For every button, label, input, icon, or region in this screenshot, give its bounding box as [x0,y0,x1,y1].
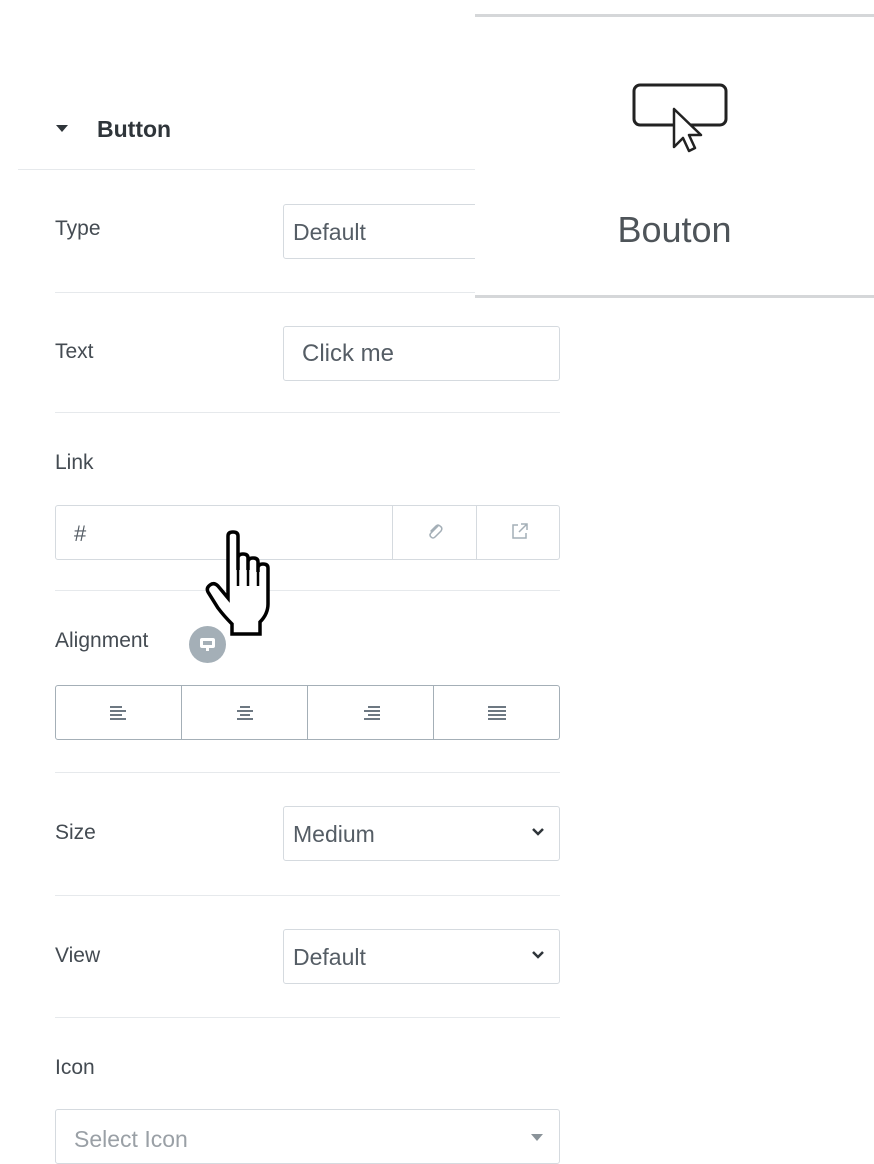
view-label: View [55,944,101,967]
chevron-down-icon [532,951,544,959]
align-right-icon [363,705,380,720]
caret-down-icon [531,1134,543,1141]
widget-card-button[interactable]: Bouton [475,14,874,298]
align-left-button[interactable] [56,686,182,739]
link-url-group: # [55,505,560,560]
align-right-button[interactable] [308,686,434,739]
type-label: Type [55,217,101,240]
link-input-value[interactable]: # [74,521,86,547]
size-select[interactable]: Medium [283,806,560,861]
icon-select[interactable]: Select Icon [55,1109,560,1164]
text-input-value: Click me [302,340,395,367]
icon-label: Icon [55,1056,95,1079]
size-select-value: Medium [293,821,375,847]
external-link-icon [512,523,528,539]
view-select-value: Default [293,944,366,970]
divider [55,1017,560,1018]
type-select-value: Default [293,219,366,245]
link-new-tab-button[interactable] [476,506,560,559]
align-justify-button[interactable] [434,686,559,739]
align-left-icon [109,705,126,720]
alignment-choices [55,685,560,740]
icon-select-placeholder: Select Icon [74,1126,188,1152]
align-justify-icon [487,705,506,720]
divider [55,895,560,896]
link-options-button[interactable] [392,506,476,559]
link-label: Link [55,451,94,474]
button-cursor-icon [632,83,728,153]
caret-down-icon [56,125,68,132]
align-center-icon [236,705,253,720]
size-label: Size [55,821,96,844]
divider [55,412,560,413]
chevron-down-icon [532,828,544,836]
view-select[interactable]: Default [283,929,560,984]
hand-pointer-icon [205,530,270,636]
divider [55,590,560,591]
widget-label: Bouton [617,209,732,250]
text-label: Text [55,340,94,363]
paperclip-icon [429,524,443,539]
divider [55,772,560,773]
text-input[interactable]: Click me [283,326,560,381]
section-title: Button [97,116,172,142]
alignment-label: Alignment [55,629,149,652]
align-center-button[interactable] [182,686,308,739]
